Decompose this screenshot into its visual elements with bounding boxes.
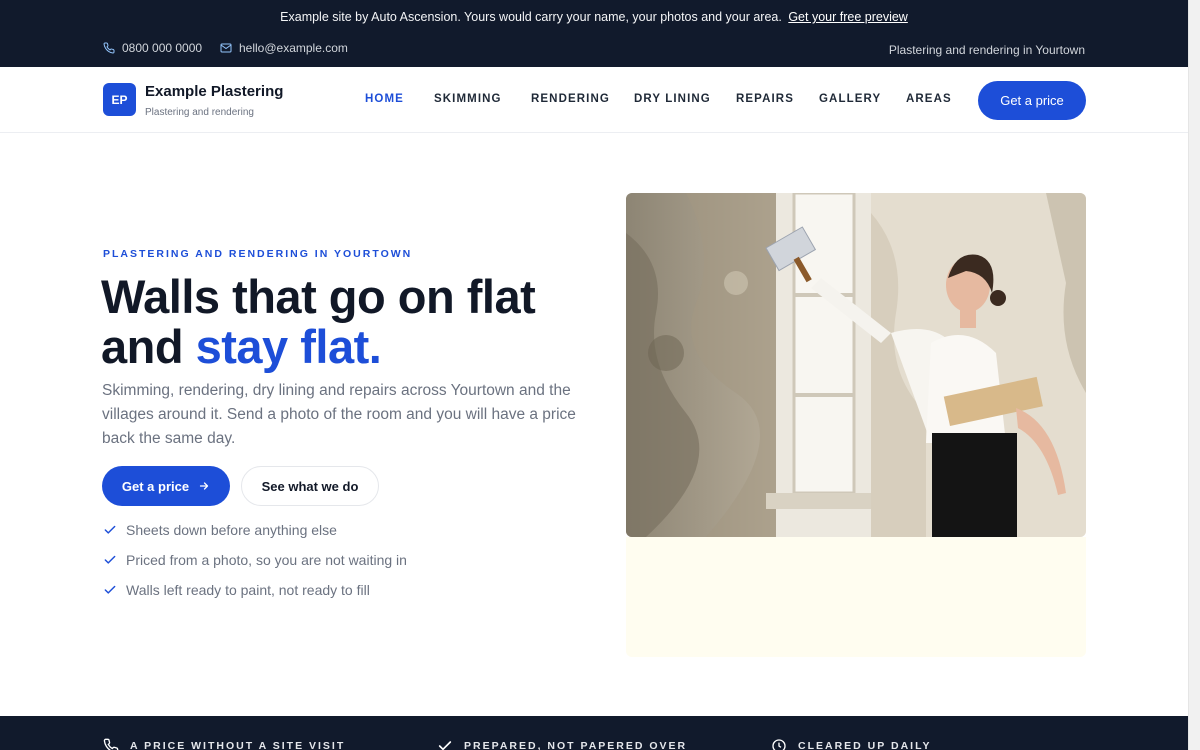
feature-item: A PRICE WITHOUT A SITE VISIT [103,738,345,750]
see-what-we-do-button[interactable]: See what we do [241,466,379,506]
nav-gallery[interactable]: GALLERY [819,93,881,105]
phone-icon [103,42,115,54]
arrow-right-icon [199,482,209,490]
image-backdrop [626,537,1086,657]
plasterer-photo-illustration [626,193,1086,537]
feature-item: CLEARED UP DAILY [771,738,932,750]
hero-description: Skimming, rendering, dry lining and repa… [102,382,576,447]
hero-get-price-button[interactable]: Get a price [102,466,230,506]
email-address: hello@example.com [239,41,348,55]
hero-eyebrow: PLASTERING AND RENDERING IN YOURTOWN [103,248,413,260]
benefit-text: Walls left ready to paint, not ready to … [126,582,370,598]
nav-rendering[interactable]: RENDERING [531,93,610,105]
page-scrollbar[interactable] [1188,0,1200,750]
phone-number: 0800 000 0000 [122,41,203,55]
demo-notice-text: Example site by Auto Ascension. Yours wo… [280,10,782,24]
feature-strip: A PRICE WITHOUT A SITE VISIT PREPARED, N… [0,716,1188,750]
hero-photo [626,193,1086,537]
nav-skimming[interactable]: SKIMMING [434,93,502,105]
topbar-tagline: Plastering and rendering in Yourtown [888,43,1085,57]
benefit-text: Priced from a photo, so you are not wait… [126,552,407,568]
feature-label: A PRICE WITHOUT A SITE VISIT [130,740,346,750]
phone-icon [103,738,119,750]
feature-item: PREPARED, NOT PAPERED OVER [437,738,687,750]
brand-name[interactable]: Example Plastering [145,83,283,100]
nav-repairs[interactable]: REPAIRS [736,93,794,105]
hero-get-price-label: Get a price [121,478,190,494]
check-icon [104,525,116,534]
hero-headline: Walls that go on flat and stay flat. [101,270,536,373]
benefit-text: Sheets down before anything else [126,522,337,538]
demo-notice: Example site by Auto Ascension. Yours wo… [0,10,1188,24]
nav-areas[interactable]: AREAS [906,93,952,105]
phone-contact[interactable]: 0800 000 0000 [103,41,202,55]
list-item: Sheets down before anything else [103,522,337,538]
check-icon [438,741,452,750]
nav-dry-lining[interactable]: DRY LINING [634,93,711,105]
list-item: Priced from a photo, so you are not wait… [103,552,407,568]
brand-subtitle: Plastering and rendering [145,107,254,118]
feature-label: CLEARED UP DAILY [798,740,932,750]
feature-label: PREPARED, NOT PAPERED OVER [464,740,688,750]
nav-home[interactable]: HOME [365,93,404,105]
site-header: EP Example Plastering Plastering and ren… [0,67,1188,133]
check-icon [104,555,116,564]
headline-line-2: and [101,320,196,373]
clock-icon [772,739,786,750]
headline-accent: stay flat. [195,320,382,373]
list-item: Walls left ready to paint, not ready to … [103,582,370,598]
mail-icon [220,43,232,53]
free-preview-link[interactable]: Get your free preview [788,10,908,24]
top-bar: Example site by Auto Ascension. Yours wo… [0,0,1188,67]
logo-mark[interactable]: EP [103,83,136,116]
email-contact[interactable]: hello@example.com [220,41,348,55]
check-icon [104,585,116,594]
header-get-price-button[interactable]: Get a price [978,81,1086,120]
headline-line-1: Walls that go on flat [101,270,536,323]
